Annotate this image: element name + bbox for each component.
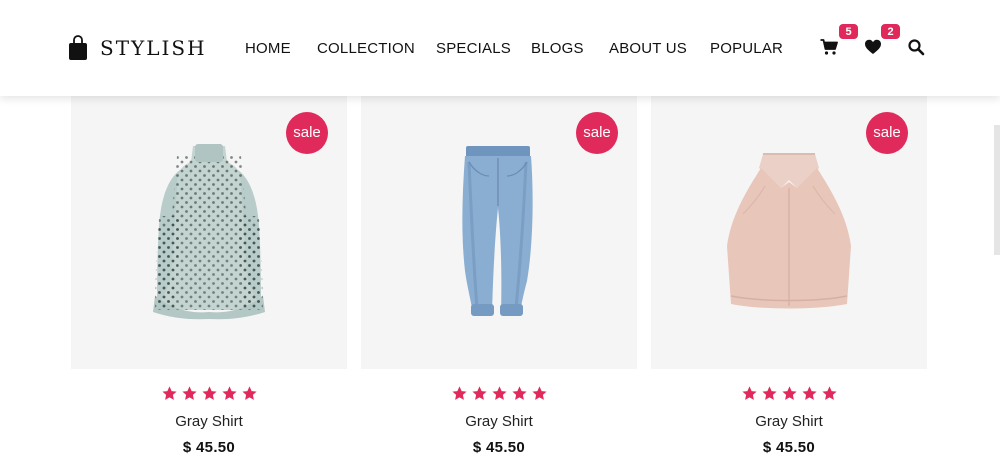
product-name[interactable]: Gray Shirt — [651, 413, 927, 431]
star-icon — [471, 386, 487, 400]
product-card[interactable]: sale Gray Shirt $ 45.50 — [651, 96, 927, 457]
heart-icon — [865, 39, 881, 54]
star-icon — [181, 386, 197, 400]
nav-specials[interactable]: SPECIALS — [436, 39, 511, 59]
sale-badge: sale — [576, 112, 618, 154]
nav-about-us[interactable]: ABOUT US — [609, 39, 687, 59]
star-rating — [361, 385, 637, 405]
product-price: $ 45.50 — [762, 439, 816, 456]
nav-blogs[interactable]: BLOGS — [531, 39, 584, 59]
product-card[interactable]: sale Gray Shirt $ 45.50 — [71, 96, 347, 457]
product-price: $ 45.50 — [472, 439, 526, 456]
product-image-area[interactable]: sale — [361, 96, 637, 369]
star-icon — [781, 386, 797, 400]
nav-home[interactable]: HOME — [245, 39, 291, 59]
star-icon — [491, 386, 507, 400]
star-icon — [221, 386, 237, 400]
product-image-area[interactable]: sale — [651, 96, 927, 369]
star-icon — [531, 386, 547, 400]
product-card[interactable]: sale Gray Shirt $ 45.50 — [361, 96, 637, 457]
cart-button[interactable] — [820, 38, 838, 56]
star-icon — [801, 386, 817, 400]
star-rating — [651, 385, 927, 405]
star-icon — [741, 386, 757, 400]
star-icon — [241, 386, 257, 400]
star-icon — [201, 386, 217, 400]
search-icon — [908, 39, 925, 56]
wishlist-button[interactable] — [864, 38, 882, 56]
product-price: $ 45.50 — [182, 439, 236, 456]
site-header: STYLISH HOME COLLECTION SPECIALS BLOGS A… — [0, 0, 1000, 96]
product-name[interactable]: Gray Shirt — [361, 413, 637, 431]
sale-badge: sale — [286, 112, 328, 154]
product-name[interactable]: Gray Shirt — [71, 413, 347, 431]
star-icon — [761, 386, 777, 400]
star-rating — [71, 385, 347, 405]
sale-badge: sale — [866, 112, 908, 154]
product-image-area[interactable]: sale — [71, 96, 347, 369]
star-icon — [451, 386, 467, 400]
star-icon — [161, 386, 177, 400]
nav-collection[interactable]: COLLECTION — [317, 39, 415, 59]
nav-popular[interactable]: POPULAR — [710, 39, 783, 59]
main-nav: HOME COLLECTION SPECIALS BLOGS ABOUT US … — [0, 39, 1000, 59]
search-button[interactable] — [907, 38, 925, 56]
cart-count-badge: 5 — [838, 23, 859, 40]
star-icon — [511, 386, 527, 400]
cart-icon — [820, 39, 838, 55]
wishlist-count-badge: 2 — [880, 23, 901, 40]
star-icon — [821, 386, 837, 400]
scrollbar[interactable] — [994, 125, 1000, 255]
